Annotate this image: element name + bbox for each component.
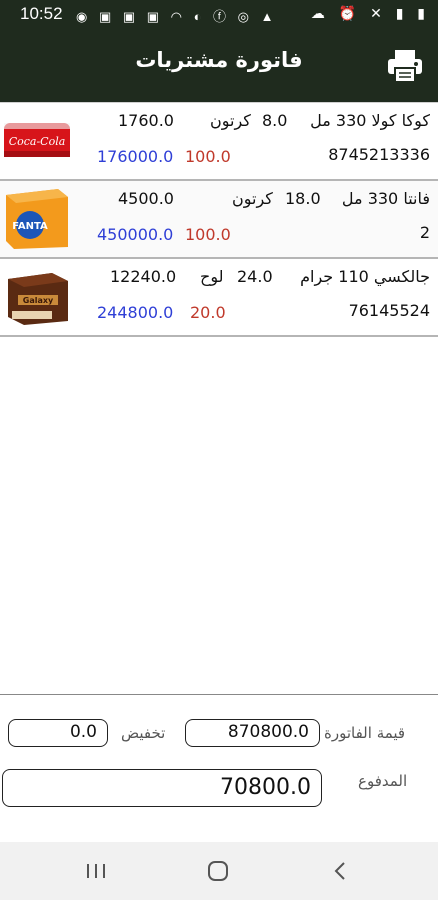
invoice-total-field[interactable]: 870800.0 xyxy=(185,719,320,747)
purchase-items-list: Coca-Cola 1760.0 كرتون 8.0 كوكا كولا 330… xyxy=(0,102,438,337)
item-total: 450000.0 xyxy=(97,225,174,244)
item-total: 244800.0 xyxy=(97,303,174,322)
list-item[interactable]: FANTA 4500.0 كرتون 18.0 فانتا 330 مل 450… xyxy=(0,181,438,259)
item-code: 2 xyxy=(419,223,430,242)
item-price: 4500.0 xyxy=(118,189,174,208)
back-icon xyxy=(334,862,345,880)
back-button[interactable] xyxy=(320,856,360,886)
galaxy-box-image: Galaxy xyxy=(2,265,72,329)
svg-text:Coca-Cola: Coca-Cola xyxy=(9,135,66,148)
item-total: 176000.0 xyxy=(97,147,174,166)
status-bar: 10:52 ◉ ▣ ▣ ▣ ◠ ◐ ⓕ ◎ ▲ ☁ ⏰ ✕ ▮ ▮ xyxy=(0,0,438,30)
recent-apps-icon xyxy=(87,864,105,878)
item-discount: 100.0 xyxy=(185,225,231,244)
item-quantity: 24.0 xyxy=(237,267,273,286)
item-discount: 100.0 xyxy=(185,147,231,166)
invoice-total-label: قيمة الفاتورة xyxy=(324,724,406,742)
item-unit: كرتون xyxy=(232,189,273,208)
home-button[interactable] xyxy=(198,856,238,886)
coca-cola-pack-image: Coca-Cola xyxy=(2,109,72,173)
list-item[interactable]: Galaxy 12240.0 لوح 24.0 جالكسي 110 جرام … xyxy=(0,259,438,337)
home-icon xyxy=(208,861,228,881)
item-code: 8745213336 xyxy=(328,145,430,164)
status-time: 10:52 xyxy=(20,4,63,23)
item-price: 1760.0 xyxy=(118,111,174,130)
item-discount: 20.0 xyxy=(190,303,226,322)
item-quantity: 18.0 xyxy=(285,189,321,208)
paid-amount-field[interactable]: 70800.0 xyxy=(2,769,322,807)
recent-apps-button[interactable] xyxy=(76,856,116,886)
notification-icons: ◉ ▣ ▣ ▣ ◠ ◐ ⓕ ◎ ▲ xyxy=(76,9,278,24)
list-item[interactable]: Coca-Cola 1760.0 كرتون 8.0 كوكا كولا 330… xyxy=(0,102,438,181)
system-icons: ☁ ⏰ ✕ ▮ ▮ xyxy=(310,5,430,21)
printer-icon xyxy=(388,50,422,83)
svg-text:Galaxy: Galaxy xyxy=(23,296,54,305)
paid-amount-label: المدفوع xyxy=(358,772,408,790)
page-title: فاتورة مشتريات xyxy=(135,48,303,72)
item-name: جالكسي 110 جرام xyxy=(300,267,430,286)
item-name: كوكا كولا 330 مل xyxy=(310,111,430,130)
item-code: 76145524 xyxy=(348,301,430,320)
item-unit: كرتون xyxy=(210,111,251,130)
svg-text:FANTA: FANTA xyxy=(12,221,48,232)
item-name: فانتا 330 مل xyxy=(341,189,430,208)
item-price: 12240.0 xyxy=(110,267,177,286)
item-quantity: 8.0 xyxy=(262,111,288,130)
discount-label: تخفيض xyxy=(121,724,166,742)
item-unit: لوح xyxy=(200,267,224,286)
discount-field[interactable]: 0.0 xyxy=(8,719,108,747)
fanta-box-image: FANTA xyxy=(2,187,72,251)
summary-divider xyxy=(0,694,438,695)
print-button[interactable] xyxy=(386,48,424,84)
system-nav-bar xyxy=(0,842,438,900)
app-bar: فاتورة مشتريات xyxy=(0,30,438,102)
